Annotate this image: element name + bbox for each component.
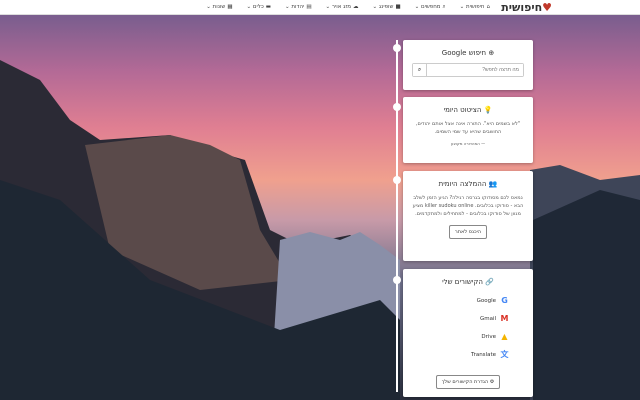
drive-icon: ▲ — [501, 332, 508, 341]
card-title: הקישורים שלי — [442, 278, 483, 286]
grid-icon: ▦ — [227, 4, 233, 10]
google-icon: G — [501, 296, 508, 305]
timeline-line — [396, 40, 398, 392]
link-item[interactable]: 文 Translate — [403, 350, 509, 359]
nav-item[interactable]: ⌕מחפשים ⌄ — [415, 0, 446, 15]
heart-icon: ♥ — [542, 1, 552, 14]
card-title: הציטוט היומי — [443, 106, 482, 114]
background-landscape — [0, 0, 640, 400]
search-button[interactable]: ⌕ — [413, 64, 427, 76]
search-icon: ⌕ — [442, 4, 446, 10]
daily-recommendation-card: 👥 ההמלצה היומית נמאס לכם מסודוקו בגרסה ר… — [403, 171, 533, 261]
nav-item[interactable]: ▤יהדות ⌄ — [285, 0, 312, 15]
card-title: ההמלצה היומית — [438, 180, 487, 188]
nav-item[interactable]: ☁מזג אויר ⌄ — [326, 0, 359, 15]
nav-item[interactable]: ▬כלים ⌄ — [247, 0, 271, 15]
cloud-icon: ☁ — [353, 4, 359, 10]
chevron-down-icon: ⌄ — [325, 4, 331, 10]
nav-item[interactable]: ⌂חיפושית ⌄ — [460, 0, 490, 15]
my-links-card: 🔗 הקישורים שלי G Google M Gmail ▲ Drive 文 Trans… — [403, 269, 533, 397]
chevron-down-icon: ⌄ — [414, 4, 420, 10]
users-icon: 👥 — [488, 180, 498, 188]
gear-icon: ⚙ — [489, 379, 495, 385]
link-item[interactable]: G Google — [403, 296, 509, 305]
timeline-dot — [393, 276, 401, 284]
card-title: חיפוש Google — [441, 49, 487, 57]
toolbox-icon: ▬ — [265, 4, 271, 10]
chevron-down-icon: ⌄ — [246, 4, 252, 10]
top-navbar: ♥חיפושית ⌂חיפושית ⌄ ⌕מחפשים ⌄ ■שופינג ⌄ ☁מז… — [0, 0, 640, 15]
search-input[interactable] — [427, 64, 523, 76]
timeline-dot — [393, 176, 401, 184]
timeline-dot — [393, 103, 401, 111]
visit-site-button[interactable]: היכנס לאתר — [448, 225, 488, 239]
quote-author: — המהדורה מקוצע — [450, 141, 486, 146]
site-logo[interactable]: ♥חיפושית — [501, 0, 552, 15]
chevron-down-icon: ⌄ — [372, 4, 378, 10]
chevron-down-icon: ⌄ — [459, 4, 465, 10]
configure-links-button[interactable]: ⚙ הגדרת הקישורים שלך — [435, 375, 501, 389]
globe-icon: ⊕ — [488, 49, 495, 57]
book-icon: ▤ — [306, 4, 312, 10]
lightbulb-icon: 💡 — [483, 106, 493, 114]
nav-item[interactable]: ■שופינג ⌄ — [373, 0, 401, 15]
daily-quote-card: 💡 הציטוט היומי "לא בשמים היא". התורה אינ… — [403, 97, 533, 163]
gmail-icon: M — [500, 314, 509, 323]
chevron-down-icon: ⌄ — [206, 4, 211, 10]
nav-item[interactable]: ▦שונות ⌄ — [206, 0, 232, 15]
translate-icon: 文 — [500, 350, 509, 359]
quote-text: "לא בשמים היא". התורה אינה אצל אותם יהוד… — [415, 121, 521, 135]
recommendation-text: נמאס לכם מסודוקו בגרסה רגילה? הגיע הזמן … — [412, 195, 524, 217]
link-icon: 🔗 — [485, 278, 494, 286]
chevron-down-icon: ⌄ — [285, 4, 290, 10]
shopping-bag-icon: ■ — [395, 4, 401, 10]
home-icon: ⌂ — [486, 4, 491, 10]
google-search-card: ⊕ חיפוש Google ⌕ — [403, 40, 533, 90]
nav-menu: ⌂חיפושית ⌄ ⌕מחפשים ⌄ ■שופינג ⌄ ☁מזג אויר ⌄ ▤… — [206, 0, 490, 15]
timeline-dot — [393, 44, 401, 52]
link-item[interactable]: ▲ Drive — [403, 332, 509, 341]
link-item[interactable]: M Gmail — [403, 314, 509, 323]
